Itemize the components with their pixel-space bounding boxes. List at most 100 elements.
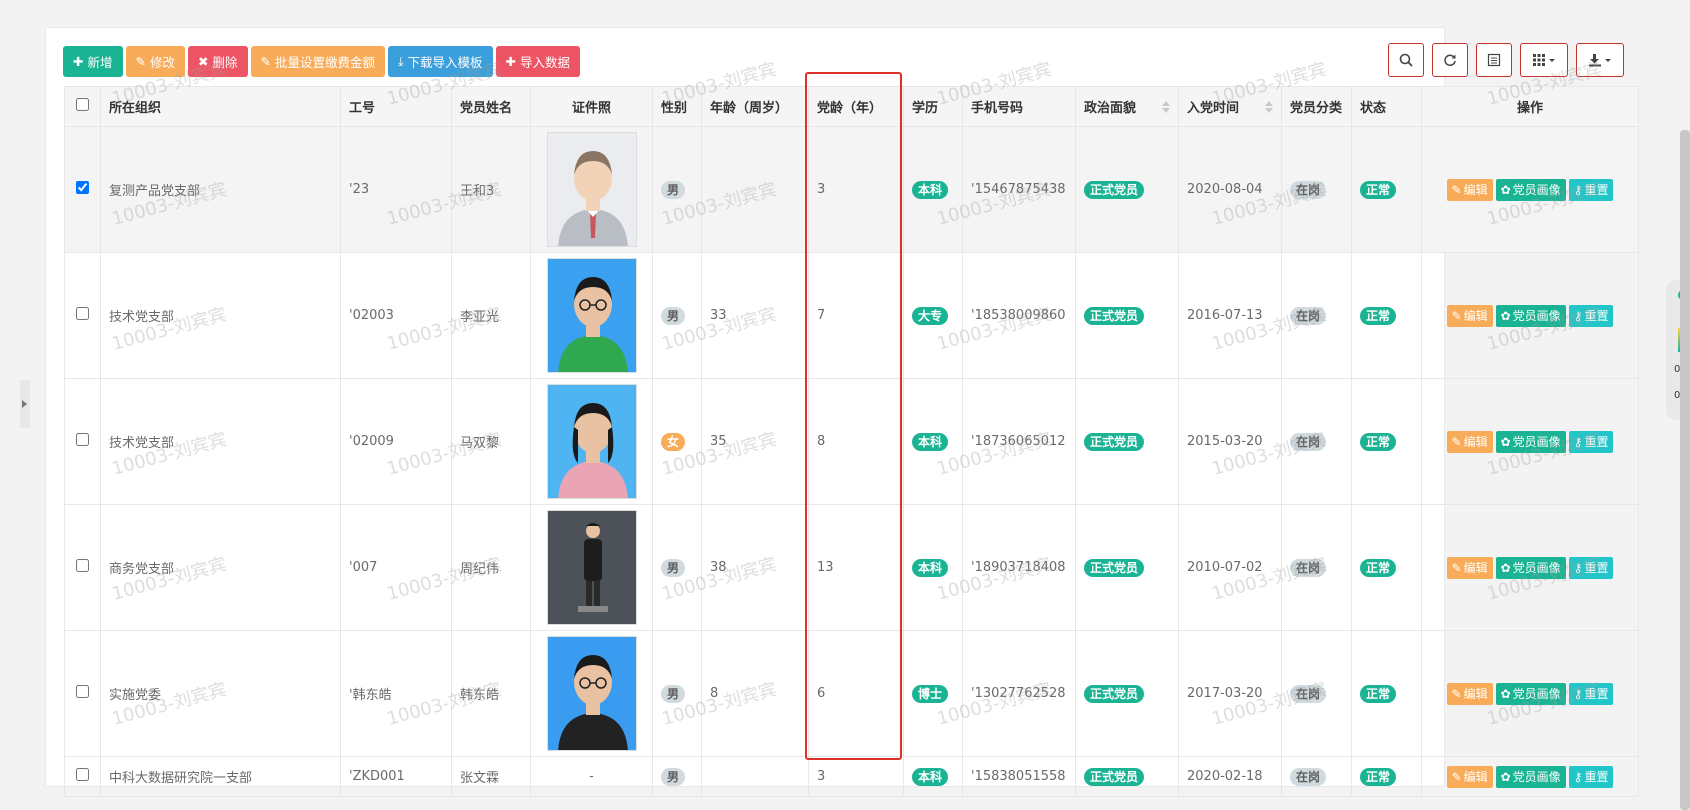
- gear-icon: ✿: [1500, 182, 1511, 197]
- status-badge: 正常: [1360, 306, 1397, 325]
- row-reset-button[interactable]: ⚷ 重置: [1568, 178, 1614, 201]
- search-button[interactable]: [1388, 43, 1424, 77]
- category-cell: 在岗: [1281, 378, 1352, 505]
- photo-cell: [530, 126, 653, 253]
- member-photo[interactable]: [546, 132, 637, 247]
- gender-cell: 男: [652, 504, 702, 631]
- sidebar-expand-handle[interactable]: [20, 380, 30, 428]
- name-cell: 韩东皓: [451, 630, 531, 757]
- political-badge: 正式党员: [1084, 180, 1145, 199]
- delete-button[interactable]: ✖ 删除: [188, 46, 248, 77]
- education-badge: 大专: [912, 306, 949, 325]
- join-date-cell: 2015-03-20: [1178, 378, 1282, 505]
- row-edit-button[interactable]: ✎ 编辑: [1446, 556, 1493, 579]
- education-cell: 博士: [903, 630, 963, 757]
- columns-button[interactable]: [1520, 43, 1568, 77]
- export-icon: [1589, 54, 1611, 67]
- gender-badge: 男: [661, 180, 686, 199]
- col-category[interactable]: 党员分类: [1281, 86, 1352, 127]
- edit-button[interactable]: ✎ 修改: [125, 46, 185, 77]
- col-photo[interactable]: 证件照: [530, 86, 653, 127]
- member-photo[interactable]: [546, 510, 637, 625]
- export-button[interactable]: [1576, 43, 1624, 77]
- col-political[interactable]: 政治面貌: [1075, 86, 1179, 127]
- col-phone[interactable]: 手机号码: [962, 86, 1076, 127]
- row-edit-button[interactable]: ✎ 编辑: [1446, 430, 1493, 453]
- political-badge: 正式党员: [1084, 432, 1145, 451]
- col-party-years[interactable]: 党龄（年）: [808, 86, 904, 127]
- gender-badge: 男: [661, 306, 686, 325]
- photo-cell: [530, 630, 653, 757]
- row-checkbox[interactable]: [76, 685, 89, 698]
- row-select-cell: [64, 126, 101, 253]
- table-row[interactable]: 技术党支部 '02009 马双黎 女 35 8 本科 '18736065012 …: [64, 378, 1639, 505]
- row-profile-button[interactable]: ✿ 党员画像: [1495, 178, 1566, 201]
- category-cell: 在岗: [1281, 756, 1352, 797]
- table-row[interactable]: 中科大数据研究院一支部 'ZKD001 张文霖 - 男 3 本科 '158380…: [64, 756, 1639, 797]
- gear-icon: ✿: [1500, 560, 1511, 575]
- edit-icon: ✎: [1451, 769, 1462, 784]
- batch-fee-button[interactable]: ✎ 批量设置缴费金额: [250, 46, 385, 77]
- row-reset-button[interactable]: ⚷ 重置: [1568, 765, 1614, 788]
- row-edit-button[interactable]: ✎ 编辑: [1446, 304, 1493, 327]
- row-checkbox[interactable]: [76, 559, 89, 572]
- col-join-date[interactable]: 入党时间: [1178, 86, 1282, 127]
- education-badge: 本科: [912, 767, 949, 786]
- gender-cell: 男: [652, 252, 702, 379]
- status-badge: 正常: [1360, 558, 1397, 577]
- refresh-button[interactable]: [1432, 43, 1468, 77]
- key-icon: ⚷: [1573, 308, 1583, 323]
- education-cell: 本科: [903, 126, 963, 253]
- table-row[interactable]: 复测产品党支部 '23 王和3 男 3 本科 '15467875438 正式党员…: [64, 126, 1639, 253]
- col-name[interactable]: 党员姓名: [451, 86, 531, 127]
- political-cell: 正式党员: [1075, 252, 1179, 379]
- phone-cell: '15467875438: [962, 126, 1076, 253]
- col-org[interactable]: 所在组织: [100, 86, 341, 127]
- age-cell: 33: [701, 252, 809, 379]
- list-icon: [1487, 53, 1501, 67]
- row-reset-button[interactable]: ⚷ 重置: [1568, 556, 1614, 579]
- member-photo[interactable]: [546, 636, 637, 751]
- member-photo[interactable]: [546, 258, 637, 373]
- add-button[interactable]: ✚ 新增: [63, 46, 123, 77]
- table-row[interactable]: 商务党支部 '007 周纪伟 男 38 13 本科 '18903718408 正…: [64, 504, 1639, 631]
- row-profile-button[interactable]: ✿ 党员画像: [1495, 765, 1566, 788]
- row-select-cell: [64, 504, 101, 631]
- row-checkbox[interactable]: [76, 181, 89, 194]
- toolbar: ✚ 新增 ✎ 修改 ✖ 删除 ✎ 批量设置缴费金额 ⤓ 下载导入模板 ✚ 导入数据: [63, 46, 581, 77]
- download-template-button[interactable]: ⤓ 下载导入模板: [388, 46, 493, 77]
- row-profile-button[interactable]: ✿ 党员画像: [1495, 682, 1566, 705]
- education-badge: 本科: [912, 558, 949, 577]
- row-profile-button[interactable]: ✿ 党员画像: [1495, 430, 1566, 453]
- col-id[interactable]: 工号: [340, 86, 452, 127]
- toggle-view-button[interactable]: [1476, 43, 1512, 77]
- row-checkbox[interactable]: [76, 433, 89, 446]
- scrollbar[interactable]: [1680, 130, 1690, 810]
- row-checkbox[interactable]: [76, 768, 89, 781]
- row-reset-button[interactable]: ⚷ 重置: [1568, 430, 1614, 453]
- row-edit-button[interactable]: ✎ 编辑: [1446, 765, 1493, 788]
- political-badge: 正式党员: [1084, 767, 1145, 786]
- edit-icon: ✎: [1451, 308, 1462, 323]
- col-status[interactable]: 状态: [1351, 86, 1422, 127]
- education-cell: 大专: [903, 252, 963, 379]
- row-reset-button[interactable]: ⚷ 重置: [1568, 304, 1614, 327]
- row-reset-button[interactable]: ⚷ 重置: [1568, 682, 1614, 705]
- row-profile-button[interactable]: ✿ 党员画像: [1495, 556, 1566, 579]
- edit-icon: ✎: [260, 54, 271, 69]
- row-edit-button[interactable]: ✎ 编辑: [1446, 682, 1493, 705]
- col-gender[interactable]: 性别: [652, 86, 702, 127]
- col-education[interactable]: 学历: [903, 86, 963, 127]
- status-cell: 正常: [1351, 504, 1422, 631]
- member-photo[interactable]: [546, 384, 637, 499]
- status-badge: 正常: [1360, 180, 1397, 199]
- table-row[interactable]: 技术党支部 '02003 李亚光 男 33 7 大专 '18538009860 …: [64, 252, 1639, 379]
- table-row[interactable]: 实施党委 '韩东皓 韩东皓 男 8 6 博士 '13027762528 正式党员…: [64, 630, 1639, 757]
- row-checkbox[interactable]: [76, 307, 89, 320]
- row-profile-button[interactable]: ✿ 党员画像: [1495, 304, 1566, 327]
- row-edit-button[interactable]: ✎ 编辑: [1446, 178, 1493, 201]
- import-button[interactable]: ✚ 导入数据: [495, 46, 581, 77]
- category-badge: 在岗: [1290, 306, 1327, 325]
- select-all-checkbox[interactable]: [76, 98, 89, 111]
- col-age[interactable]: 年龄（周岁）: [701, 86, 809, 127]
